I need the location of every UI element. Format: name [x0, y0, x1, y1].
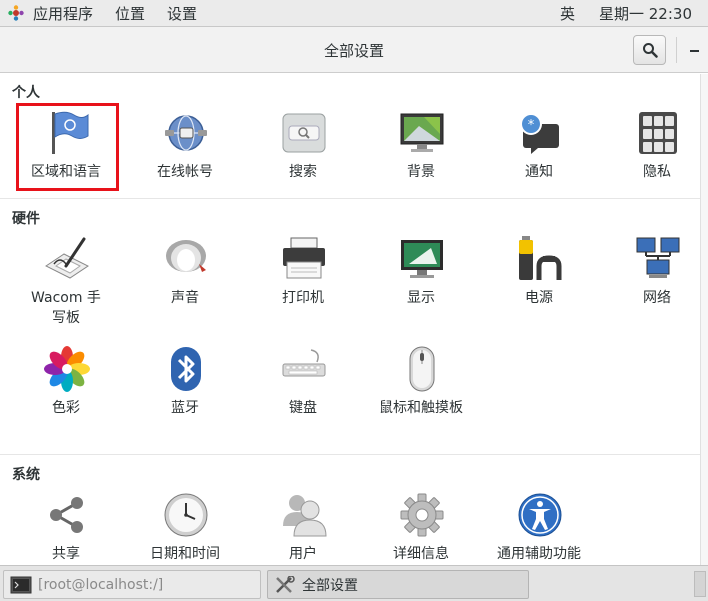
panel-label: 鼠标和触摸板	[379, 400, 463, 416]
keyboard-icon	[282, 349, 326, 377]
share-icon	[50, 497, 83, 533]
panel-label: 在线帐号	[157, 164, 213, 180]
panel-label: 共享	[52, 546, 80, 562]
panel-users[interactable]: 用户	[245, 492, 361, 565]
panel-label: Wacom 手写板	[31, 290, 101, 326]
panel-label: 搜索	[289, 164, 317, 180]
panel-mouse-touchpad[interactable]: 鼠标和触摸板	[363, 346, 479, 446]
panel-sound[interactable]: 声音	[127, 236, 243, 336]
panel-wacom[interactable]: Wacom 手写板	[8, 236, 124, 336]
wacom-tablet-icon	[45, 237, 89, 279]
search-button[interactable]	[633, 35, 666, 65]
minimize-button[interactable]	[690, 50, 699, 52]
panel-network[interactable]: 网络	[599, 236, 708, 336]
window-title: 全部设置	[323, 42, 384, 60]
panel-displays[interactable]: 显示	[363, 236, 479, 336]
section-title-personal: 个人	[12, 85, 40, 101]
panel-privacy[interactable]: 隐私	[599, 110, 708, 210]
panel-label: 详细信息	[393, 546, 449, 562]
panel-date-time[interactable]: 日期和时间	[127, 492, 243, 565]
clock[interactable]: 星期一 22:30	[599, 3, 692, 24]
panel-bluetooth[interactable]: 蓝牙	[127, 346, 243, 446]
top-panel: 应用程序 位置 设置 英 星期一 22:30	[0, 0, 708, 27]
panel-label: 色彩	[52, 400, 80, 416]
scrollbar[interactable]	[700, 74, 708, 565]
online-accounts-icon	[165, 115, 207, 151]
network-icon	[636, 237, 680, 278]
task-label: [root@localhost:/]	[38, 576, 164, 593]
input-method-indicator[interactable]: 英	[560, 3, 575, 24]
bluetooth-icon	[171, 347, 201, 391]
panel-color[interactable]: 色彩	[8, 346, 124, 446]
notifications-icon: *	[520, 113, 559, 154]
applications-menu[interactable]: 应用程序	[33, 3, 107, 24]
background-icon	[400, 113, 444, 152]
panel-universal-access[interactable]: 通用辅助功能	[481, 492, 597, 565]
panel-online-accounts[interactable]: 在线帐号	[127, 110, 243, 210]
printer-icon	[283, 237, 325, 279]
color-wheel-icon	[44, 346, 90, 392]
battery-icon	[519, 236, 562, 280]
panel-power[interactable]: 电源	[481, 236, 597, 336]
task-label: 全部设置	[302, 577, 358, 594]
panel-label: 通知	[525, 164, 553, 180]
accessibility-icon	[518, 493, 562, 537]
workspace-switcher[interactable]	[694, 571, 706, 597]
search-panel-icon	[282, 113, 326, 153]
gear-icon	[400, 493, 444, 537]
mouse-icon	[409, 346, 435, 392]
panel-label: 显示	[407, 290, 435, 306]
panel-label: 蓝牙	[171, 400, 199, 416]
svg-text:*: *	[528, 118, 535, 133]
task-terminal[interactable]: [root@localhost:/]	[3, 570, 261, 599]
panel-background[interactable]: 背景	[363, 110, 479, 210]
terminal-icon	[10, 576, 32, 593]
gnome-foot-icon[interactable]	[7, 4, 25, 22]
clock-icon	[164, 493, 208, 537]
task-settings[interactable]: 全部设置	[267, 570, 529, 599]
users-icon	[283, 495, 327, 537]
panel-details[interactable]: 详细信息	[363, 492, 479, 565]
header-bar: 全部设置	[0, 27, 708, 73]
panel-label: 声音	[171, 290, 199, 306]
panel-label: 隐私	[643, 164, 671, 180]
panel-search[interactable]: 搜索	[245, 110, 361, 210]
panel-sharing[interactable]: 共享	[8, 492, 124, 565]
panel-keyboard[interactable]: 键盘	[245, 346, 361, 446]
tools-icon	[276, 575, 295, 593]
places-menu[interactable]: 位置	[115, 3, 159, 24]
panel-label: 网络	[643, 290, 671, 306]
panel-label: 电源	[525, 290, 553, 306]
selection-highlight	[16, 103, 119, 191]
panel-label: 用户	[289, 546, 317, 562]
panel-label: 通用辅助功能	[497, 546, 581, 562]
panel-label: 键盘	[289, 400, 317, 416]
panel-printers[interactable]: 打印机	[245, 236, 361, 336]
panel-notifications[interactable]: * 通知	[481, 110, 597, 210]
display-icon	[401, 240, 443, 278]
bottom-taskbar: [root@localhost:/] 全部设置	[0, 565, 708, 601]
panel-label: 打印机	[282, 290, 324, 306]
panel-label: 背景	[407, 164, 435, 180]
privacy-icon	[639, 112, 677, 154]
panel-label: 日期和时间	[150, 546, 220, 562]
section-title-system: 系统	[12, 467, 40, 483]
settings-menu[interactable]: 设置	[167, 3, 211, 24]
section-title-hardware: 硬件	[12, 211, 40, 227]
settings-overview: 个人 区域和语言 在线帐号 搜索 背景 * 通知 隐私 硬件 Wacom 手写板…	[0, 74, 708, 565]
search-icon	[643, 43, 658, 58]
speaker-icon	[166, 240, 206, 272]
